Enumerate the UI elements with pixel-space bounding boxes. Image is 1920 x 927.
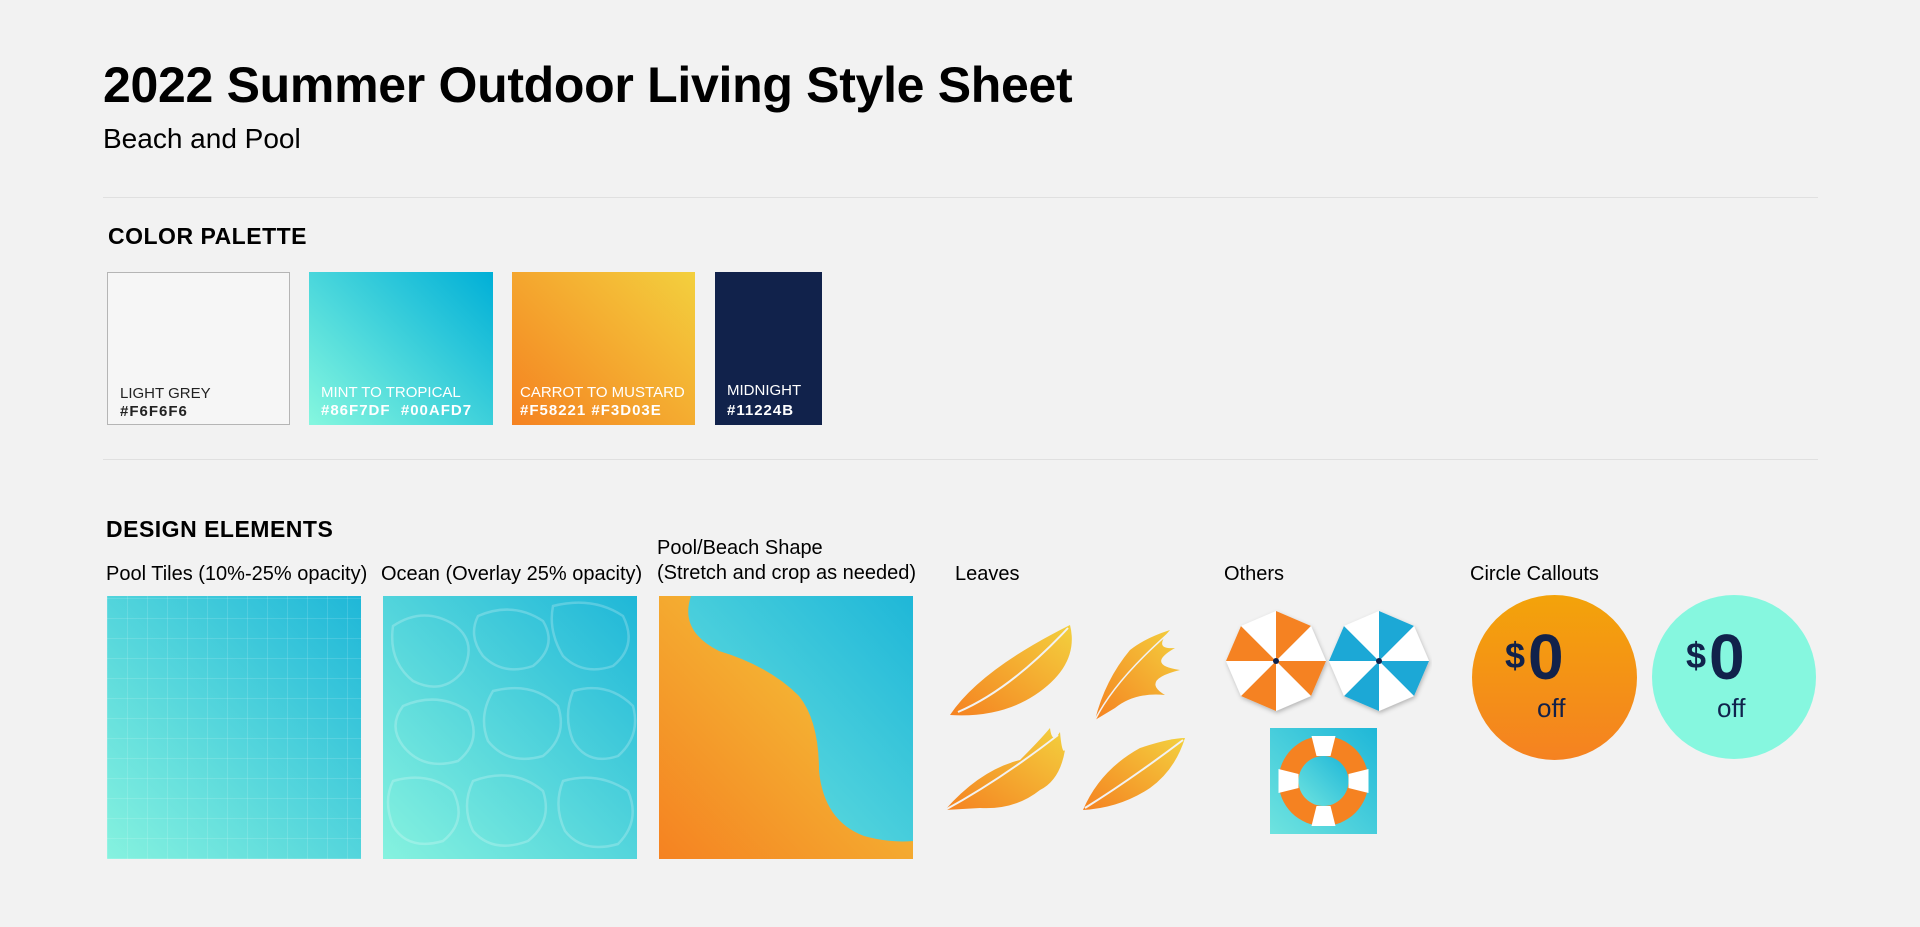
pool-beach-shape-image bbox=[659, 596, 913, 859]
swatch-hex: #F58221 #F3D03E bbox=[520, 402, 662, 419]
shape-label-line1: Pool/Beach Shape bbox=[657, 537, 823, 559]
swatch-light-grey: LIGHT GREY #F6F6F6 bbox=[107, 272, 290, 425]
ocean-image bbox=[383, 596, 637, 859]
life-ring-icon bbox=[1270, 728, 1377, 834]
swatch-name: LIGHT GREY bbox=[120, 385, 211, 402]
ocean-label: Ocean (Overlay 25% opacity) bbox=[381, 563, 643, 585]
callout-currency: $ bbox=[1505, 635, 1526, 676]
leaf-icon bbox=[950, 625, 1072, 716]
design-elements-heading: DESIGN ELEMENTS bbox=[106, 516, 334, 542]
shape-label-line2: (Stretch and crop as needed) bbox=[657, 562, 917, 584]
callout-amount: 0 bbox=[1528, 621, 1564, 693]
page-subtitle: Beach and Pool bbox=[103, 123, 301, 154]
callout-currency: $ bbox=[1686, 635, 1707, 676]
others-group bbox=[1226, 611, 1429, 834]
leaf-icon bbox=[1094, 630, 1180, 721]
callout-suffix: off bbox=[1537, 693, 1566, 723]
pool-tiles-label: Pool Tiles (10%-25% opacity) bbox=[106, 563, 368, 585]
callouts-label: Circle Callouts bbox=[1470, 563, 1599, 585]
leaf-icon bbox=[1083, 738, 1185, 810]
swatch-name: MIDNIGHT bbox=[727, 382, 802, 399]
swatch-hex: #86F7DF #00AFD7 bbox=[321, 402, 473, 419]
umbrella-icon bbox=[1226, 611, 1326, 711]
pool-tiles-image bbox=[107, 596, 361, 859]
divider bbox=[103, 459, 1818, 460]
callout-suffix: off bbox=[1717, 693, 1746, 723]
callout-amount: 0 bbox=[1709, 621, 1745, 693]
swatch-mint-to-tropical: MINT TO TROPICAL #86F7DF #00AFD7 bbox=[309, 272, 493, 425]
divider bbox=[103, 197, 1818, 198]
pool-beach-shape bbox=[659, 596, 913, 859]
callout-circle-orange: $ 0 off bbox=[1472, 595, 1637, 760]
swatch-midnight: MIDNIGHT #11224B bbox=[715, 272, 822, 425]
color-palette-heading: COLOR PALETTE bbox=[108, 223, 308, 249]
swatch-hex: #11224B bbox=[727, 402, 795, 419]
leaves-label: Leaves bbox=[955, 563, 1020, 585]
leaf-icon bbox=[944, 728, 1065, 811]
umbrella-icon bbox=[1329, 611, 1429, 711]
swatch-name: CARROT TO MUSTARD bbox=[520, 384, 685, 401]
swatch-name: MINT TO TROPICAL bbox=[321, 384, 461, 401]
others-label: Others bbox=[1224, 563, 1285, 585]
ocean-caustics bbox=[386, 601, 637, 849]
page-title: 2022 Summer Outdoor Living Style Sheet bbox=[103, 57, 1073, 113]
leaves-group bbox=[944, 625, 1185, 811]
callout-circle-mint: $ 0 off bbox=[1652, 595, 1816, 759]
swatch-hex: #F6F6F6 bbox=[120, 403, 188, 420]
swatch-carrot-to-mustard: CARROT TO MUSTARD #F58221 #F3D03E bbox=[512, 272, 695, 425]
